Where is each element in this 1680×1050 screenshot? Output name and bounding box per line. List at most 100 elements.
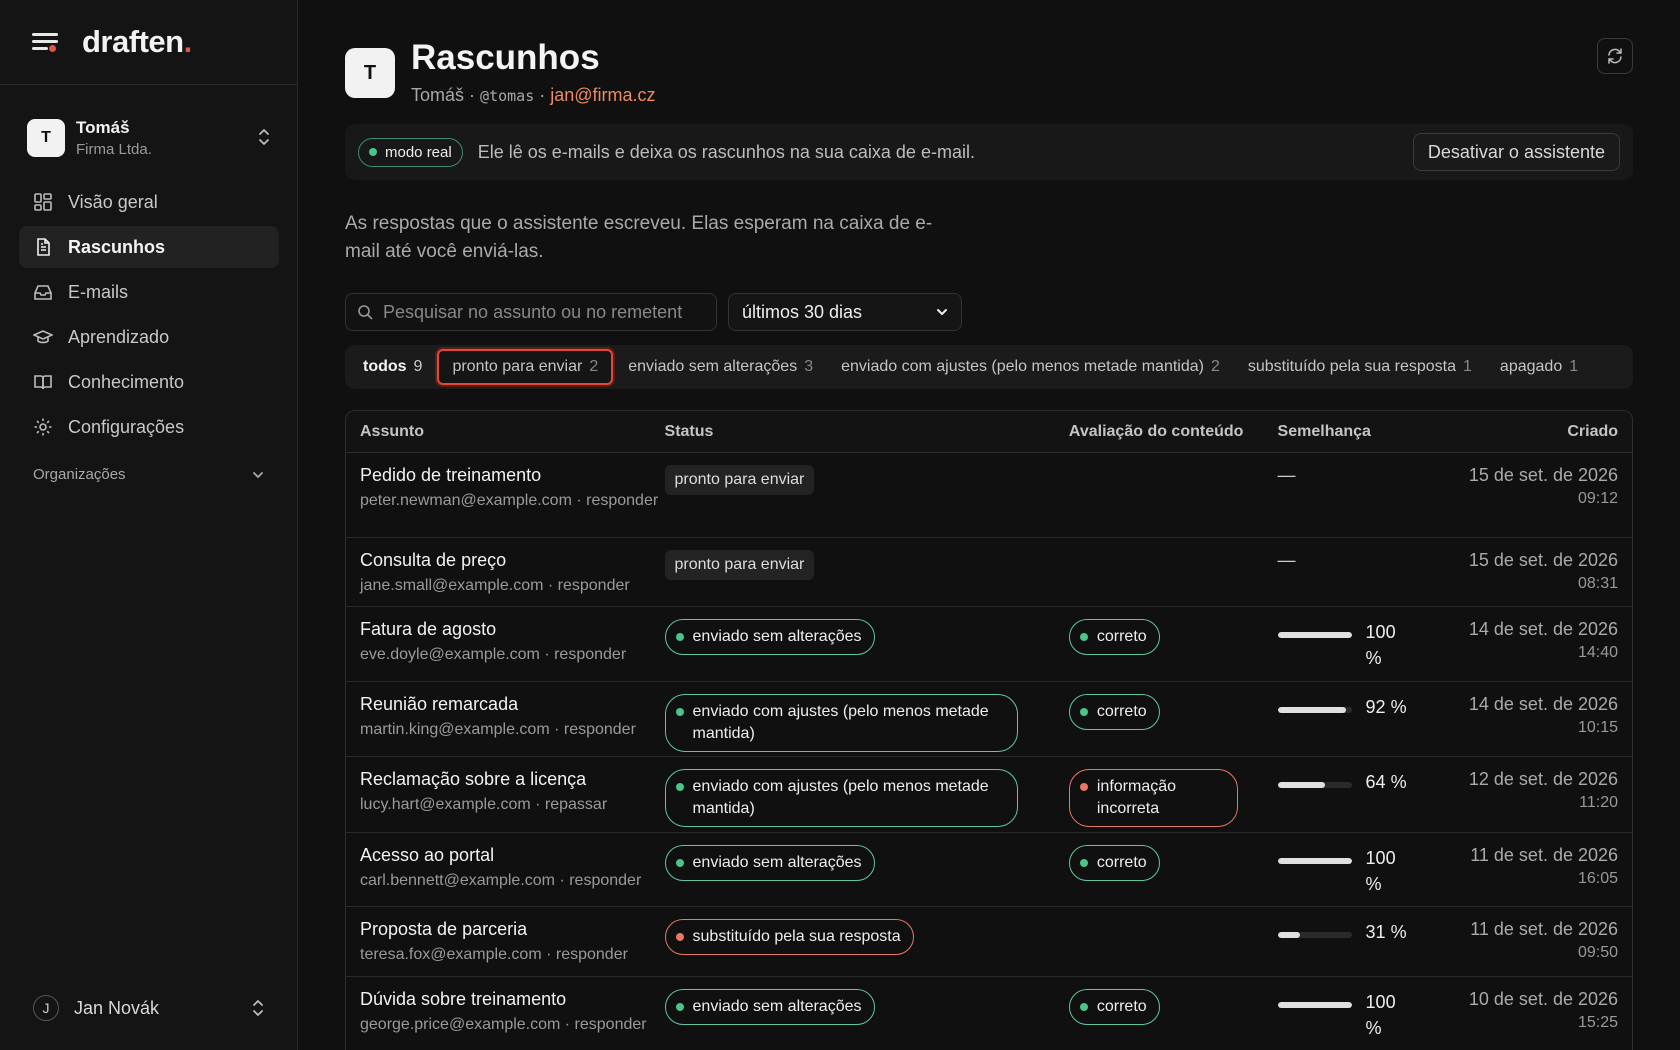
similarity-bar	[1277, 1002, 1352, 1008]
user-avatar: J	[33, 995, 59, 1021]
status-label: pronto para enviar	[664, 465, 815, 495]
table-row[interactable]: Fatura de agosto eve.doyle@example.com ·…	[346, 607, 1632, 682]
graduation-cap-icon	[33, 330, 53, 344]
date-range-select[interactable]: últimos 30 dias	[728, 293, 962, 331]
row-date: 11 de set. de 2026	[1470, 919, 1619, 939]
column-header-created[interactable]: Criado	[1427, 423, 1632, 441]
row-subject[interactable]: Fatura de agosto	[360, 619, 665, 640]
evaluation-badge: correto	[1068, 845, 1160, 881]
table-row[interactable]: Proposta de parceria teresa.fox@example.…	[346, 907, 1632, 977]
similarity-meter: 100 %	[1277, 845, 1428, 897]
column-header-status[interactable]: Status	[665, 423, 1069, 441]
row-subject[interactable]: Acesso ao portal	[360, 845, 665, 866]
status-label: pronto para enviar	[664, 550, 815, 580]
mode-description: Ele lê os e-mails e deixa os rascunhos n…	[477, 141, 975, 162]
table-row[interactable]: Reclamação sobre a licença lucy.hart@exa…	[346, 757, 1632, 833]
status-badge: enviado sem alterações	[664, 989, 875, 1025]
status-badge: enviado com ajustes (pelo menos metade m…	[664, 694, 1018, 752]
menu-icon[interactable]	[32, 30, 60, 54]
sidebar-item-overview[interactable]: Visão geral	[19, 181, 279, 223]
sidebar-item-settings[interactable]: Configurações	[19, 406, 279, 448]
tab-replaced[interactable]: substituído pela sua resposta 1	[1235, 349, 1485, 385]
tab-sent-with-edits[interactable]: enviado com ajustes (pelo menos metade m…	[828, 349, 1233, 385]
sidebar-nav: Visão geral Rascunhos E-mails Aprendizad…	[19, 181, 279, 451]
profile-email-link[interactable]: jan@firma.cz	[550, 85, 655, 105]
table-row[interactable]: Consulta de preço jane.small@example.com…	[346, 538, 1632, 607]
table-row[interactable]: Dúvida sobre treinamento george.price@ex…	[346, 977, 1632, 1050]
similarity-value: 100 %	[1365, 992, 1396, 1038]
sidebar-item-learning[interactable]: Aprendizado	[19, 316, 279, 358]
document-icon	[37, 238, 50, 256]
organizations-section-toggle[interactable]: Organizações	[33, 466, 265, 483]
table-row[interactable]: Acesso ao portal carl.bennett@example.co…	[346, 833, 1632, 907]
deactivate-assistant-button[interactable]: Desativar o assistente	[1412, 133, 1620, 171]
row-time: 14:40	[1577, 644, 1619, 661]
column-header-subject[interactable]: Assunto	[346, 423, 665, 441]
page-title: Rascunhos	[411, 38, 600, 77]
date-range-value: últimos 30 dias	[742, 301, 863, 322]
row-sender: jane.small@example.com · responder	[360, 577, 630, 594]
sidebar-item-label: Visão geral	[68, 191, 158, 212]
similarity-value: 31 %	[1365, 922, 1407, 942]
table-body: Pedido de treinamento peter.newman@examp…	[346, 453, 1632, 1050]
table-row[interactable]: Pedido de treinamento peter.newman@examp…	[346, 453, 1632, 538]
logo[interactable]: draften.	[82, 24, 192, 60]
similarity-value: 92 %	[1365, 697, 1407, 717]
sidebar: draften. T Tomáš Firma Ltda. Visão geral…	[0, 0, 298, 1050]
book-icon	[34, 375, 52, 390]
org-switcher[interactable]: T Tomáš Firma Ltda.	[27, 113, 271, 163]
profile-avatar: T	[345, 48, 395, 98]
tab-sent-unchanged[interactable]: enviado sem alterações 3	[615, 349, 826, 385]
row-date: 12 de set. de 2026	[1468, 769, 1619, 789]
row-date: 15 de set. de 2026	[1468, 465, 1619, 485]
similarity-meter: 92 %	[1277, 694, 1428, 720]
tab-all[interactable]: todos 9	[350, 349, 435, 385]
row-time: 15:25	[1577, 1014, 1619, 1031]
sidebar-item-drafts[interactable]: Rascunhos	[19, 226, 279, 268]
row-subject[interactable]: Pedido de treinamento	[360, 465, 665, 486]
user-name: Jan Novák	[74, 997, 160, 1018]
search-input[interactable]: Pesquisar no assunto ou no remetent	[345, 293, 717, 331]
column-header-similarity[interactable]: Semelhança	[1278, 423, 1428, 441]
row-time: 08:31	[1577, 575, 1619, 592]
status-filter-tabs: todos 9 pronto para enviar 2 enviado sem a…	[345, 345, 1633, 389]
column-header-evaluation[interactable]: Avaliação do conteúdo	[1069, 423, 1278, 441]
page-subtitle: Tomáš · @tomas · jan@firma.cz	[411, 85, 656, 106]
sidebar-item-label: E-mails	[68, 281, 129, 302]
separator: ·	[469, 85, 476, 105]
tab-deleted[interactable]: apagado 1	[1487, 349, 1591, 385]
similarity-bar	[1277, 632, 1352, 638]
row-subject[interactable]: Dúvida sobre treinamento	[360, 989, 665, 1010]
sidebar-item-label: Rascunhos	[68, 236, 166, 257]
row-subject[interactable]: Consulta de preço	[360, 550, 665, 571]
row-time: 10:15	[1577, 719, 1619, 736]
row-time: 11:20	[1579, 794, 1619, 811]
chevron-down-icon	[937, 309, 947, 315]
sidebar-item-knowledge[interactable]: Conhecimento	[19, 361, 279, 403]
chevron-up-down-icon	[259, 129, 269, 145]
row-time: 16:05	[1577, 870, 1619, 887]
row-date: 14 de set. de 2026	[1468, 619, 1619, 639]
assistant-mode-bar: modo real Ele lê os e-mails e deixa os r…	[345, 124, 1633, 180]
sidebar-item-label: Conhecimento	[68, 371, 185, 392]
similarity-meter: 64 %	[1277, 769, 1428, 795]
row-subject[interactable]: Reunião remarcada	[360, 694, 665, 715]
row-time: 09:12	[1577, 490, 1619, 507]
user-menu[interactable]: J Jan Novák	[33, 995, 265, 1021]
organizations-label: Organizações	[33, 466, 126, 483]
mode-badge: modo real	[358, 137, 463, 167]
similarity-bar	[1277, 932, 1352, 938]
refresh-button[interactable]	[1597, 38, 1633, 74]
sidebar-item-emails[interactable]: E-mails	[19, 271, 279, 313]
page-intro: As respostas que o assistente escreveu. …	[345, 213, 933, 262]
row-sender: eve.doyle@example.com · responder	[360, 646, 627, 663]
row-subject[interactable]: Proposta de parceria	[360, 919, 665, 940]
search-placeholder: Pesquisar no assunto ou no remetent	[383, 301, 683, 322]
tab-ready-to-send[interactable]: pronto para enviar 2	[437, 349, 614, 385]
table-row[interactable]: Reunião remarcada martin.king@example.co…	[346, 682, 1632, 757]
main-content: T Rascunhos Tomáš · @tomas · jan@firma.c…	[298, 0, 1680, 1050]
refresh-icon	[1608, 48, 1622, 64]
similarity-empty: —	[1277, 550, 1296, 570]
row-subject[interactable]: Reclamação sobre a licença	[360, 769, 665, 790]
similarity-meter: 31 %	[1277, 919, 1428, 945]
